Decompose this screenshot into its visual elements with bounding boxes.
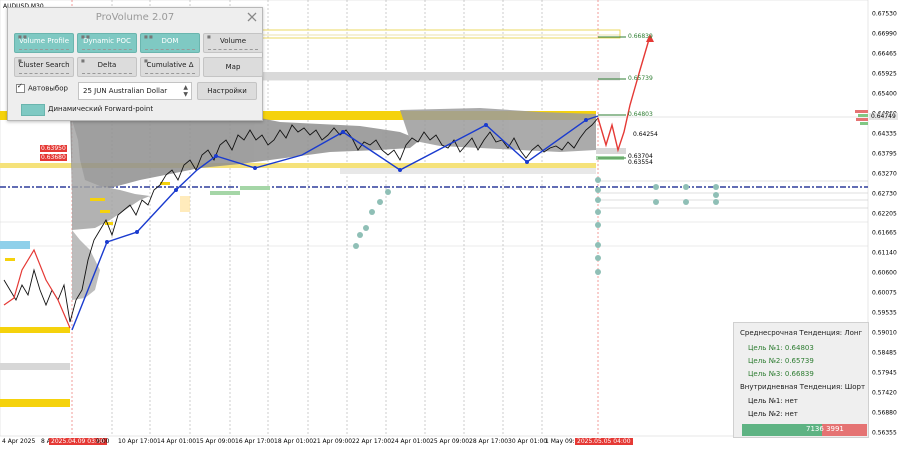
panel-title-text: ProVolume 2.07: [95, 12, 175, 23]
y-tick: 0.57945: [872, 369, 897, 377]
y-tick: 0.59535: [872, 309, 897, 317]
level-r3-label: 0.63554: [628, 159, 653, 166]
y-tick: 0.63270: [872, 170, 897, 178]
current-price-tag: 0.64749: [869, 113, 898, 120]
buy-sell-volume-bar: 7136 3991: [742, 424, 867, 436]
x-tick: 16 Apr 17:00: [235, 438, 275, 445]
level-r1-label: 0.64254: [633, 131, 658, 138]
x-tick: 28 Apr 17:00: [469, 438, 509, 445]
y-tick: 0.60075: [872, 289, 897, 297]
mid-target-2: Цель №2: 0.65739: [748, 357, 814, 365]
intraday-target-1: Цель №1: нет: [748, 397, 798, 405]
spinner-icon[interactable]: ▲ ▼: [183, 84, 188, 98]
x-tick: 9:00: [96, 438, 110, 445]
volume-values: 7136 3991: [806, 425, 844, 433]
volume-label: Volume: [219, 37, 247, 45]
x-tick: 21 Apr 09:00: [313, 438, 353, 445]
y-tick: 0.65925: [872, 70, 897, 78]
y-tick: 0.60600: [872, 269, 897, 277]
x-tick: 24 Apr 01:00: [391, 438, 431, 445]
dynamic-poc-label: Dynamic POC: [83, 37, 131, 45]
target-3-label: 0.66839: [628, 33, 653, 40]
y-tick: 0.67530: [872, 10, 897, 18]
left-level-a-label: 0.63950: [40, 145, 67, 152]
y-tick: 0.62730: [872, 190, 897, 198]
target-1-label: 0.64803: [628, 111, 653, 118]
close-icon[interactable]: [246, 11, 258, 23]
buy-volume: 7136: [806, 425, 824, 433]
cumulative-delta-button[interactable]: ■ Cumulative Δ: [140, 57, 200, 77]
cluster-search-button[interactable]: ■ Cluster Search: [14, 57, 74, 77]
cumulative-delta-label: Cumulative Δ: [146, 61, 194, 69]
left-level-b-label: 0.63680: [40, 154, 67, 161]
x-tick: 30 Apr 01:00: [508, 438, 548, 445]
x-tick: 15 Apr 09:00: [196, 438, 236, 445]
settings-button[interactable]: Настройки: [197, 82, 257, 100]
y-tick: 0.66990: [872, 30, 897, 38]
mid-target-3: Цель №3: 0.66839: [748, 370, 814, 378]
cluster-search-label: Cluster Search: [18, 61, 70, 69]
y-tick: 0.57420: [872, 389, 897, 397]
y-tick: 0.61665: [872, 229, 897, 237]
provolume-panel: ProVolume 2.07 ■ ■ Volume Profile ■ ■ Dyna…: [7, 7, 263, 121]
dynamic-poc-button[interactable]: ■ ■ Dynamic POC: [77, 33, 137, 53]
y-tick: 0.56880: [872, 409, 897, 417]
intraday-trend: Внутридневная Тенденция: Шорт: [740, 383, 866, 391]
delta-label: Delta: [97, 61, 117, 69]
mid-term-trend: Среднесрочная Тенденция: Лонг: [740, 329, 863, 337]
volume-profile-button[interactable]: ■ ■ Volume Profile: [14, 33, 74, 53]
intraday-target-2: Цель №2: нет: [748, 410, 798, 418]
auto-select-label: Автовыбор: [28, 84, 68, 93]
y-tick: 0.62205: [872, 210, 897, 218]
map-button[interactable]: Map: [203, 57, 263, 77]
auto-select-checkbox[interactable]: Автовыбор: [16, 82, 68, 93]
y-tick: 0.59010: [872, 329, 897, 337]
settings-label: Настройки: [207, 87, 247, 95]
price-axis: 0.675300.669900.664650.659250.654000.648…: [868, 0, 900, 449]
tendency-panel: Среднесрочная Тенденция: Лонг Цель №1: 0…: [733, 322, 869, 438]
map-label: Map: [225, 63, 241, 71]
y-tick: 0.64335: [872, 130, 897, 138]
panel-title: ProVolume 2.07: [8, 8, 262, 28]
contract-select[interactable]: 25 JUN Australian Dollar ▲ ▼: [78, 82, 192, 100]
x-tick-marker: 2025.05.05 04:00: [575, 438, 633, 445]
x-tick: 10 Apr 17:00: [118, 438, 158, 445]
sell-volume: 3991: [826, 425, 844, 433]
x-tick: 22 Apr 17:00: [352, 438, 392, 445]
checkbox-box[interactable]: [16, 82, 25, 93]
y-tick: 0.58485: [872, 349, 897, 357]
forward-point-label: Динамический Forward-point: [48, 105, 154, 113]
y-tick: 0.66465: [872, 50, 897, 58]
x-tick: 18 Apr 01:00: [274, 438, 314, 445]
dom-label: DOM: [161, 37, 179, 45]
x-tick: 25 Apr 09:00: [430, 438, 470, 445]
y-tick: 0.61140: [872, 249, 897, 257]
y-tick: 0.63795: [872, 150, 897, 158]
volume-button[interactable]: ■ Volume: [203, 33, 263, 53]
target-2-label: 0.65739: [628, 75, 653, 82]
dom-button[interactable]: ■ ■ DOM: [140, 33, 200, 53]
contract-value: 25 JUN Australian Dollar: [83, 87, 168, 95]
delta-button[interactable]: ■ Delta: [77, 57, 137, 77]
y-tick: 0.65400: [872, 90, 897, 98]
mid-target-1: Цель №1: 0.64803: [748, 344, 814, 352]
x-tick: 14 Apr 01:00: [157, 438, 197, 445]
forward-point-toggle[interactable]: [21, 104, 45, 116]
y-tick: 0.56355: [872, 429, 897, 437]
x-tick: 4 Apr 2025: [2, 438, 36, 445]
